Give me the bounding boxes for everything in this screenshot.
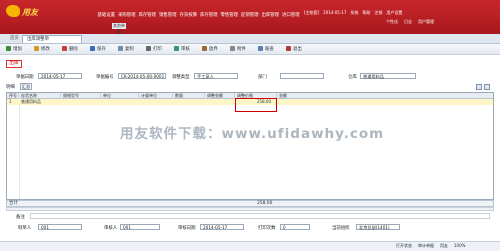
row-index: 1	[9, 99, 12, 104]
detail-grid: 序号 存货名称 规格型号 单位 计量单位 数量 调整金额 调整价格 金额 1 普…	[6, 92, 494, 200]
dept-label: 部门	[258, 75, 267, 80]
audit-icon	[174, 46, 179, 51]
document-title: 出库	[6, 60, 22, 68]
delete-row-icon[interactable]	[484, 84, 490, 90]
adjust-type-select[interactable]: 手工录入	[194, 73, 238, 79]
login-date: 2014-05-17	[323, 10, 347, 15]
copy-icon	[118, 46, 123, 51]
app-logo: 用友	[6, 4, 52, 20]
help-link[interactable]: 帮助	[362, 10, 370, 16]
menu-item[interactable]: 出库管理	[260, 12, 281, 18]
menu-item[interactable]: 基础设置	[96, 12, 117, 18]
logo-mark-icon	[6, 5, 20, 17]
submenu-item[interactable]: 其他单据	[112, 23, 126, 34]
toolbar-link-button[interactable]: 联查	[258, 46, 274, 53]
grid-tools	[476, 84, 490, 90]
log-link[interactable]: 日志	[404, 19, 412, 25]
main-menu: 基础设置 采购管理 库存管理 销售管理 存货核算 库存管理 零售管理 促销管理 …	[96, 12, 301, 18]
warehouse-label: 仓库	[348, 75, 357, 80]
grid-divider	[19, 93, 20, 199]
audit-date-label: 审核日期	[178, 226, 196, 231]
attachment-icon	[230, 46, 235, 51]
doc-no-field[interactable]: CK-2014-05-00-0001	[118, 73, 166, 79]
toolbar-delete-button[interactable]: 删除	[62, 46, 78, 53]
print-icon	[146, 46, 151, 51]
link-icon	[258, 46, 263, 51]
remark-label: 备注	[16, 215, 25, 220]
tab-home[interactable]: 首页	[6, 35, 23, 43]
adjust-type-label: 调整类型	[172, 75, 190, 80]
status-item: 审计单据	[418, 243, 434, 248]
toolbar-audit-button[interactable]: 审核	[174, 46, 190, 53]
highlight-box	[235, 98, 277, 112]
date-label: 单据日期	[16, 75, 34, 80]
personalize-link[interactable]: 个性化	[386, 19, 398, 25]
menu-item[interactable]: 库存管理	[199, 12, 220, 18]
status-item: 打开状态	[396, 243, 412, 248]
user-manage-link[interactable]: 用户管理	[418, 19, 434, 25]
toolbar-edit-button[interactable]: 修改	[34, 46, 50, 53]
print-count-label: 打印次数	[258, 226, 276, 231]
auditor-field: 001	[120, 224, 160, 230]
print-count-field: 0	[280, 224, 310, 230]
delete-icon	[62, 46, 67, 51]
warehouse-field[interactable]: 普通用料品	[360, 73, 416, 79]
system-link[interactable]: 系统	[350, 10, 358, 16]
status-items: 打开状态 审计单据 用友 100%	[396, 242, 465, 250]
account-label: [主账套]	[304, 10, 320, 15]
add-icon	[6, 46, 11, 51]
status-item: 用友	[440, 243, 448, 248]
toolbar-abandon-button[interactable]: 放弃	[202, 46, 218, 53]
org-label: 当前组织	[332, 226, 350, 231]
date-field[interactable]: 2014-05-17	[38, 73, 82, 79]
toolbar-exit-button[interactable]: 退出	[286, 46, 302, 53]
logo-text: 用友	[22, 7, 38, 17]
remark-field[interactable]	[30, 213, 490, 219]
menu-item[interactable]: 促销管理	[240, 12, 261, 18]
toolbar-add-button[interactable]: 增加	[6, 46, 22, 53]
logout-link[interactable]: 注销	[374, 10, 382, 16]
menu-item[interactable]: 库存管理	[137, 12, 158, 18]
auditor-label: 审核人	[104, 226, 118, 231]
user-settings-link[interactable]: 用户设置	[386, 10, 402, 16]
dept-field[interactable]	[280, 73, 324, 79]
menu-item[interactable]: 销售管理	[158, 12, 179, 18]
maker-field: 001	[38, 224, 82, 230]
row-name[interactable]: 普通用料品	[21, 99, 41, 105]
exit-icon	[286, 46, 291, 51]
audit-date-field: 2014-05-17	[200, 224, 244, 230]
table-row[interactable]: 1 普通用料品 258.00	[7, 98, 493, 112]
undo-icon	[202, 46, 207, 51]
tab-document[interactable]: 出库调整单	[22, 35, 82, 43]
save-icon	[90, 46, 95, 51]
toolbar-save-button[interactable]: 保存	[90, 46, 106, 53]
detail-tab[interactable]: 明细	[6, 84, 15, 90]
summary-button[interactable]: 汇总	[20, 83, 32, 90]
menu-item[interactable]: 存货核算	[178, 12, 199, 18]
toolbar-copy-button[interactable]: 复制	[118, 46, 134, 53]
add-row-icon[interactable]	[476, 84, 482, 90]
doc-no-label: 单据编号	[96, 75, 114, 80]
menu-item[interactable]: 采购管理	[117, 12, 138, 18]
total-row: 合计 258.00	[6, 200, 494, 207]
edit-icon	[34, 46, 39, 51]
toolbar-print-button[interactable]: 打印	[146, 46, 162, 53]
horizontal-scrollbar[interactable]	[6, 207, 494, 211]
zoom-level[interactable]: 100%	[454, 242, 465, 250]
menu-item[interactable]: 进口管理	[281, 12, 302, 18]
org-field: 北京总部(1401)	[356, 224, 400, 230]
menu-item[interactable]: 零售管理	[219, 12, 240, 18]
toolbar-attach-button[interactable]: 附件	[230, 46, 246, 53]
watermark: 用友软件下载：www.ufidawhy.com	[120, 126, 385, 142]
maker-label: 制单人	[18, 226, 32, 231]
top-right-links: [主账套] 2014-05-17 系统 帮助 注销 用户设置	[304, 10, 402, 16]
top-right-links-2: 个性化 日志 用户管理	[386, 19, 434, 25]
